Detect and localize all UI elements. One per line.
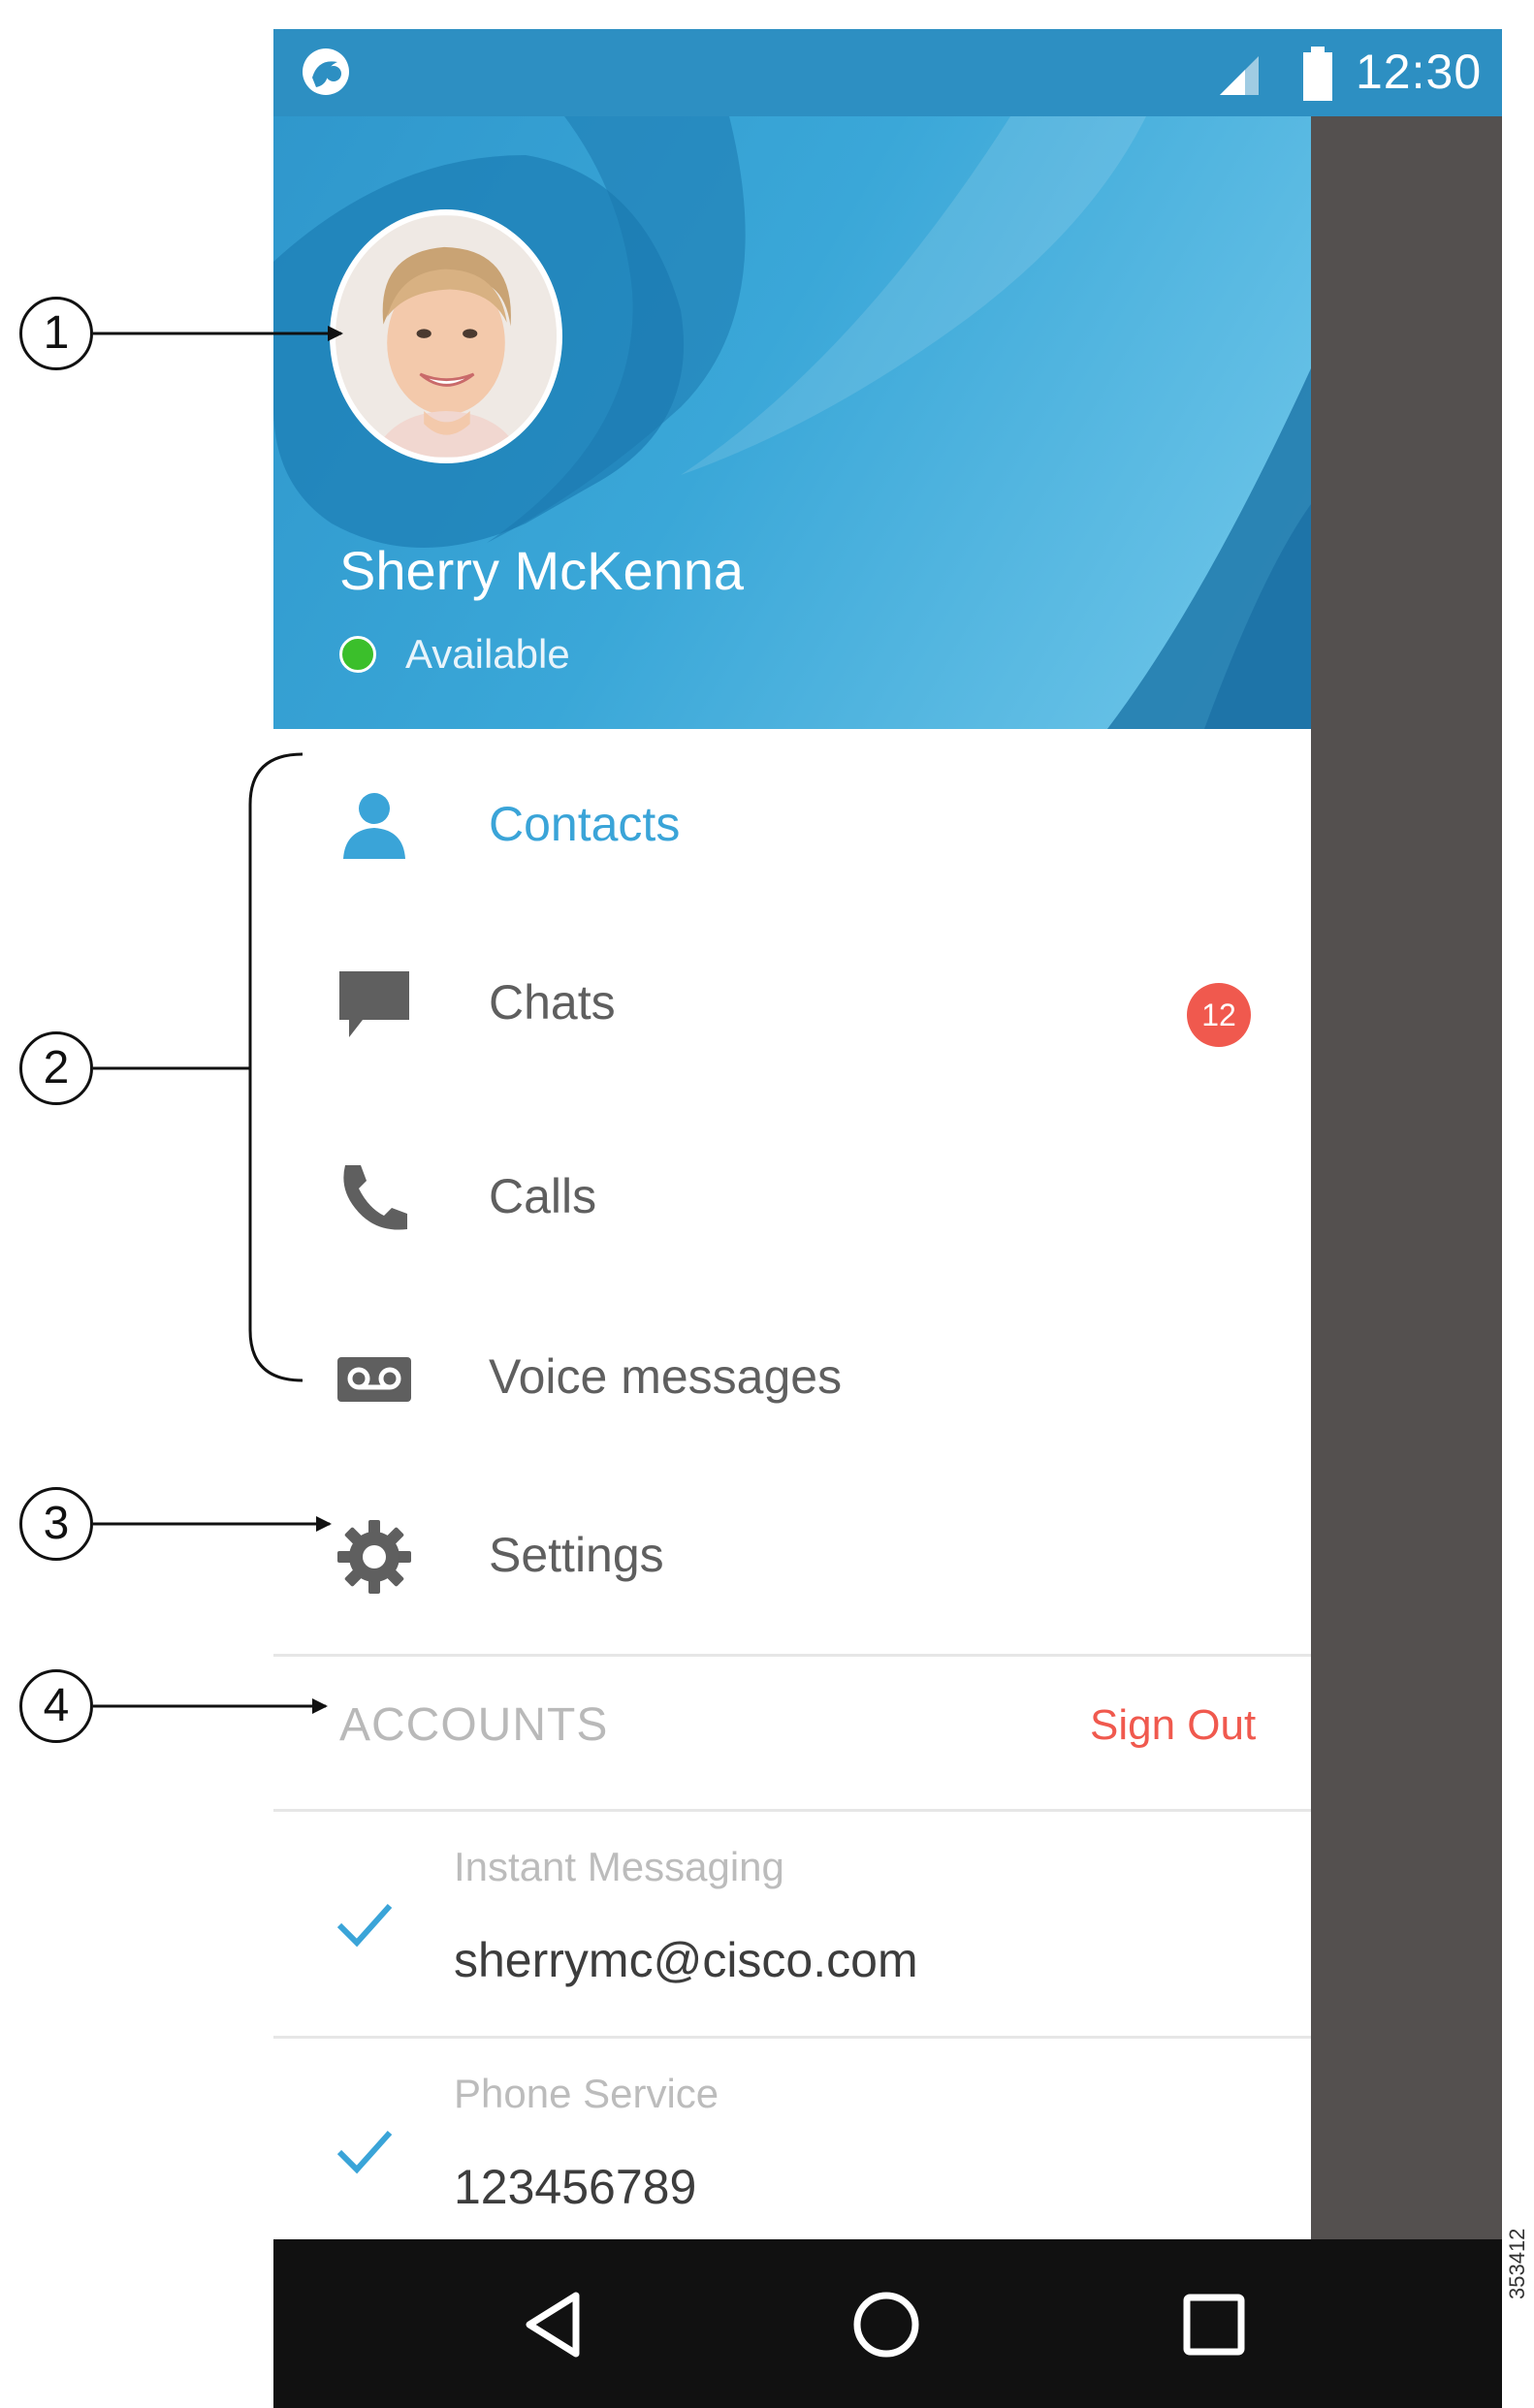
nav-item-voice-messages[interactable]: Voice messages [273, 1299, 1311, 1444]
divider [273, 1809, 1311, 1812]
app-logo-icon [303, 48, 349, 95]
account-row-instant-messaging[interactable]: Instant Messaging sherrymc@cisco.com [273, 1813, 1311, 2038]
unread-count-badge: 12 [1187, 983, 1251, 1047]
signal-icon [1220, 56, 1259, 95]
nav-item-calls[interactable]: Calls [273, 1119, 1311, 1264]
checkmark-icon [336, 2130, 393, 2174]
nav-item-settings[interactable]: Settings [273, 1477, 1311, 1623]
user-name: Sherry McKenna [339, 540, 745, 601]
back-icon[interactable] [516, 2284, 597, 2365]
nav-item-contacts[interactable]: Contacts [273, 746, 1311, 892]
account-type-label: Instant Messaging [454, 1844, 784, 1889]
drawer-scrim[interactable] [1311, 116, 1502, 2239]
presence-dot-icon [339, 636, 376, 673]
account-row-phone-service[interactable]: Phone Service 123456789 [273, 2040, 1311, 2239]
status-bar: 12:30 [273, 29, 1502, 116]
voicemail-icon [337, 1357, 411, 1402]
avatar[interactable] [330, 209, 562, 463]
avatar-photo [336, 215, 557, 458]
battery-icon [1303, 47, 1332, 101]
nav-label-settings: Settings [489, 1528, 664, 1582]
sign-out-button[interactable]: Sign Out [1090, 1695, 1256, 1757]
callout-3: 3 [19, 1487, 93, 1561]
nav-item-chats[interactable]: Chats 12 [273, 925, 1311, 1070]
gear-icon [337, 1520, 411, 1594]
account-value: 123456789 [454, 2160, 697, 2214]
account-type-label: Phone Service [454, 2071, 719, 2116]
callout-4: 4 [19, 1669, 93, 1743]
presence-label: Available [405, 631, 570, 677]
figure-id: 353412 [1505, 2228, 1529, 2299]
nav-label-calls: Calls [489, 1169, 597, 1223]
phone-icon [343, 1165, 407, 1230]
accounts-section-title: ACCOUNTS [339, 1699, 609, 1751]
account-value: sherrymc@cisco.com [454, 1933, 918, 1987]
home-icon[interactable] [846, 2284, 927, 2365]
chat-bubble-icon [339, 971, 409, 1037]
divider [273, 1654, 1311, 1657]
nav-label-voice-messages: Voice messages [489, 1349, 843, 1404]
navigation-drawer: Sherry McKenna Available Contacts Chats … [273, 116, 1311, 2239]
system-navigation-bar [273, 2239, 1502, 2408]
checkmark-icon [336, 1903, 393, 1948]
profile-header[interactable]: Sherry McKenna Available [273, 116, 1311, 729]
callout-2: 2 [19, 1031, 93, 1105]
recent-apps-icon[interactable] [1173, 2284, 1255, 2365]
phone-screen: 12:30 Sherry McKenna Available Contacts … [273, 29, 1502, 2408]
divider [273, 2036, 1311, 2039]
nav-label-contacts: Contacts [489, 797, 681, 851]
person-icon [343, 793, 405, 859]
status-clock: 12:30 [1356, 45, 1483, 99]
callout-1: 1 [19, 297, 93, 370]
nav-label-chats: Chats [489, 975, 616, 1030]
